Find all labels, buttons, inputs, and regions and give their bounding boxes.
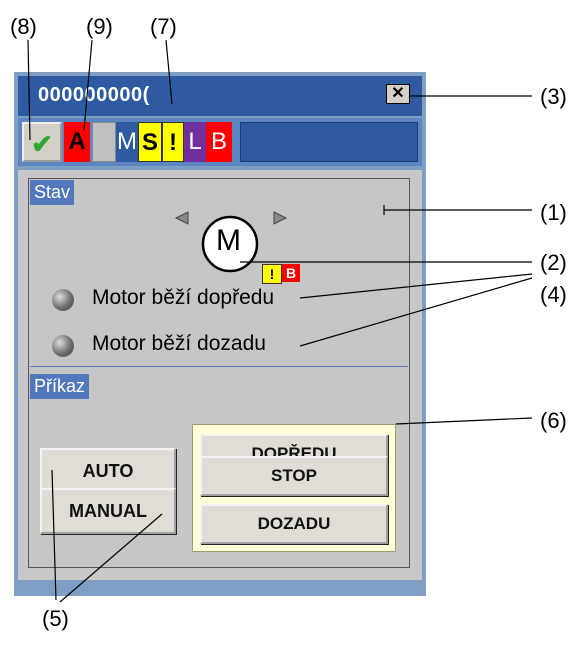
callout-lines [27, 39, 533, 603]
